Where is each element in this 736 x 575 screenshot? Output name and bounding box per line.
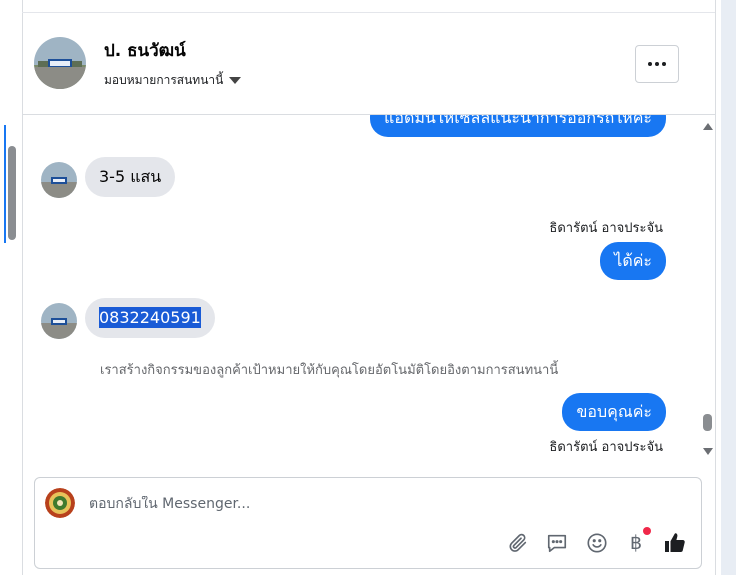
left-frame <box>0 0 23 575</box>
page-avatar <box>45 488 75 518</box>
message-bubble-incoming: 3-5 แสน <box>85 157 176 197</box>
caret-down-icon <box>229 77 242 84</box>
right-panel-divider <box>715 0 721 575</box>
sender-name: ธิดารัตน์ อาจประจัน <box>549 221 663 236</box>
scroll-up-arrow-icon[interactable] <box>703 123 713 130</box>
emoji-icon[interactable] <box>584 530 610 556</box>
message-composer: ฿ <box>34 477 702 569</box>
message-bubble-outgoing: ได้ค่ะ <box>600 242 666 280</box>
notification-dot <box>643 527 651 535</box>
sender-name: ธิดารัตน์ อาจประจัน <box>549 440 663 455</box>
message-bubble-incoming-phone: 0832240591 <box>85 298 215 338</box>
contact-avatar-small <box>41 303 77 339</box>
chat-scrollbar-thumb[interactable] <box>703 414 712 431</box>
selected-phone-number[interactable]: 0832240591 <box>99 307 201 328</box>
contact-avatar[interactable] <box>34 37 86 89</box>
left-active-indicator <box>4 125 6 243</box>
like-icon[interactable] <box>662 530 688 556</box>
saved-reply-icon[interactable] <box>544 530 570 556</box>
more-dots-icon <box>648 62 666 66</box>
more-options-button[interactable] <box>635 45 679 83</box>
contact-name[interactable]: ป. ธนวัฒน์ <box>104 37 186 64</box>
assign-conversation-label: มอบหมายการสนทนานี้ <box>104 73 224 87</box>
message-bubble-outgoing: แอดมินให้เซลล์แนะนำการออกรถให้ค่ะ <box>370 115 666 137</box>
scroll-down-arrow-icon[interactable] <box>703 448 713 455</box>
contact-avatar-small <box>41 162 77 198</box>
assign-conversation-dropdown[interactable]: มอบหมายการสนทนานี้ <box>104 71 242 90</box>
message-thread[interactable]: แอดมินให้เซลล์แนะนำการออกรถให้ค่ะ 3-5 แส… <box>22 115 715 463</box>
left-scrollbar-thumb[interactable] <box>8 146 16 240</box>
message-bubble-outgoing: ขอบคุณค่ะ <box>562 393 666 431</box>
paperclip-icon[interactable] <box>505 530 531 556</box>
reply-input[interactable] <box>89 496 649 512</box>
system-notice: เราสร้างกิจกรรมของลูกค้าเป้าหมายให้กับคุ… <box>100 363 559 378</box>
conversation-header: ป. ธนวัฒน์ มอบหมายการสนทนานี้ <box>22 13 715 115</box>
